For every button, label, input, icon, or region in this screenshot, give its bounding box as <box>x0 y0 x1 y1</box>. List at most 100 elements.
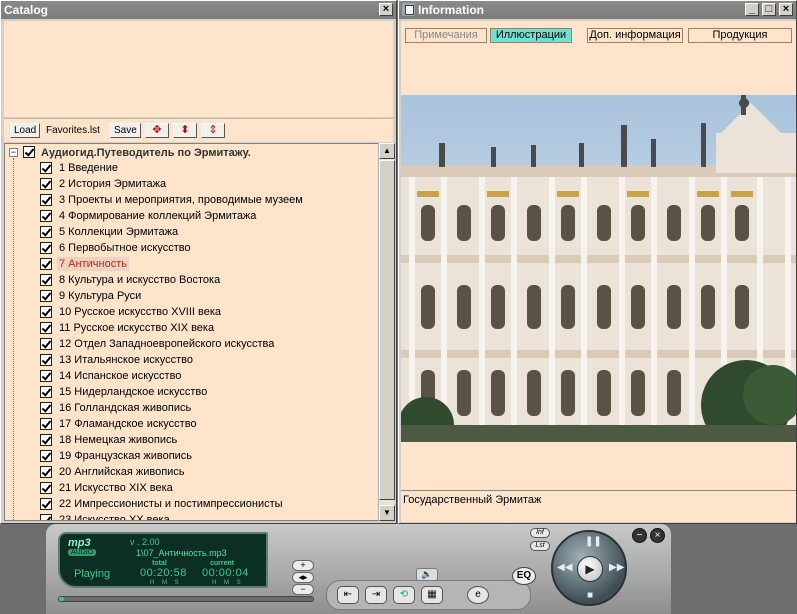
save-button[interactable]: Save <box>110 123 141 138</box>
transport-controls: ⇤ ⇥ ⟲ ▦ e <box>326 580 531 610</box>
tree-item-checkbox[interactable] <box>40 290 52 302</box>
tree-item-label: 2 История Эрмитажа <box>59 178 167 190</box>
current-time: 00:00:04 <box>202 567 249 579</box>
tree-connector-line <box>13 158 14 520</box>
tree-item-checkbox[interactable] <box>40 466 52 478</box>
tree-item-checkbox[interactable] <box>40 354 52 366</box>
move-up-down-icon[interactable]: ⬍ <box>173 123 197 138</box>
tree-item-label: 11 Русское искусство XIX века <box>59 322 215 334</box>
internet-explorer-icon[interactable]: e <box>467 586 489 604</box>
seek-slider[interactable] <box>58 596 314 602</box>
tab-products[interactable]: Продукция <box>688 28 792 43</box>
total-label: total <box>152 560 167 567</box>
player-close-icon[interactable]: × <box>650 528 665 543</box>
forward-icon[interactable]: ▶▶ <box>609 562 624 573</box>
information-tabs: Примечания Иллюстрации Доп. информация П… <box>401 21 796 95</box>
tree-item-checkbox[interactable] <box>40 482 52 494</box>
player-minimize-icon[interactable]: − <box>632 528 647 543</box>
tree-item-label: 5 Коллекции Эрмитажа <box>59 226 179 238</box>
tree-item-checkbox[interactable] <box>40 434 52 446</box>
equalizer-button[interactable]: EQ <box>512 567 536 585</box>
tree-item-checkbox[interactable] <box>40 370 52 382</box>
player-display: mp3 AUDIO v . 2.00 1\07_Античность.mp3 P… <box>58 532 268 588</box>
tree-item-label: 14 Испанское искусство <box>59 370 182 382</box>
playlist-icon[interactable]: ▦ <box>421 586 443 604</box>
tree-item-label: 23 Искусство XX века <box>59 514 170 521</box>
tree-item-label: 19 Французская живопись <box>59 450 193 462</box>
tab-illustrations[interactable]: Иллюстрации <box>490 28 572 43</box>
audio-badge: AUDIO <box>68 549 97 556</box>
stop-icon[interactable]: ■ <box>587 590 593 601</box>
volume-down-icon[interactable]: − <box>292 584 314 595</box>
tree-item-checkbox[interactable] <box>40 386 52 398</box>
tree-item-checkbox[interactable] <box>40 338 52 350</box>
rewind-icon[interactable]: ◀◀ <box>557 562 572 573</box>
total-hms-label: H M S <box>150 580 182 586</box>
tree-item-checkbox[interactable] <box>40 162 52 174</box>
catalog-toolbar: Load Favorites.lst Save ✥ ⬍ ⇕ <box>4 118 393 142</box>
catalog-titlebar[interactable]: Catalog × <box>1 1 396 19</box>
previous-icon[interactable]: ⇤ <box>337 586 359 604</box>
tree-item-checkbox[interactable] <box>40 194 52 206</box>
tab-additional-info[interactable]: Доп. информация <box>587 28 683 43</box>
tree-item-label: 9 Культура Руси <box>59 290 142 302</box>
scroll-up-button[interactable]: ▲ <box>379 143 395 159</box>
tree-item-checkbox[interactable] <box>40 322 52 334</box>
scroll-thumb[interactable] <box>379 160 395 500</box>
information-titlebar[interactable]: Information _ □ × <box>399 1 796 19</box>
tree-item-label: 15 Нидерландское искусство <box>59 386 208 398</box>
tree-item-label: 7 Античность <box>57 257 129 271</box>
tree-item-label: 8 Культура и искусство Востока <box>59 274 221 286</box>
root-checkbox[interactable] <box>23 146 35 158</box>
tree-item-checkbox[interactable] <box>40 210 52 222</box>
catalog-preview-area <box>4 21 393 117</box>
information-window: Information _ □ × Примечания Иллюстрации… <box>398 0 797 524</box>
information-close-button[interactable]: × <box>779 3 793 16</box>
catalog-close-button[interactable]: × <box>379 3 393 16</box>
collapse-icon[interactable]: ⇕ <box>201 123 225 138</box>
load-button[interactable]: Load <box>10 123 41 138</box>
playback-dial[interactable]: ❚❚ ◀◀ ▶▶ ■ ▶ <box>551 530 627 606</box>
balance-icon[interactable]: ◂▸ <box>292 572 314 583</box>
catalog-scrollbar[interactable]: ▲ ▼ <box>378 143 395 521</box>
maximize-button[interactable]: □ <box>762 3 776 16</box>
tree-item-label: 20 Английская живопись <box>59 466 185 478</box>
collapse-tree-icon[interactable]: − <box>9 148 18 157</box>
scroll-down-button[interactable]: ▼ <box>379 505 395 521</box>
catalog-window: Catalog × Load Favorites.lst Save ✥ ⬍ ⇕ … <box>0 0 397 524</box>
winter-palace-illustration <box>401 95 796 442</box>
tree-item-checkbox[interactable] <box>40 242 52 254</box>
pause-icon[interactable]: ❚❚ <box>585 536 602 547</box>
tab-notes[interactable]: Примечания <box>405 28 487 43</box>
seek-progress <box>59 597 65 601</box>
info-pill-icon[interactable]: Inf <box>530 528 550 538</box>
tree-item-label: 3 Проекты и мероприятия, проводимые музе… <box>59 194 303 206</box>
current-label: current <box>210 560 235 567</box>
repeat-icon[interactable]: ⟲ <box>393 586 415 604</box>
play-button[interactable]: ▶ <box>577 556 603 582</box>
hermitage-photo <box>401 95 796 442</box>
tree-item-label: 16 Голландская живопись <box>59 402 192 414</box>
favorites-list-label[interactable]: Favorites.lst <box>42 123 104 138</box>
mp3-player: mp3 AUDIO v . 2.00 1\07_Античность.mp3 P… <box>46 524 671 614</box>
tree-item-checkbox[interactable] <box>40 418 52 430</box>
tree-item-checkbox[interactable] <box>40 306 52 318</box>
tree-item-label: 4 Формирование коллекций Эрмитажа <box>59 210 257 222</box>
tree-item-checkbox[interactable] <box>40 258 52 270</box>
tree-item-label: 1 Введение <box>59 162 118 174</box>
current-hms-label: H M S <box>212 580 244 586</box>
tree-item-checkbox[interactable] <box>40 402 52 414</box>
tree-item-checkbox[interactable] <box>40 274 52 286</box>
list-pill-icon[interactable]: Lst <box>530 541 550 551</box>
minimize-button[interactable]: _ <box>745 3 759 16</box>
tree-item-checkbox[interactable] <box>40 498 52 510</box>
tree-item-checkbox[interactable] <box>40 514 52 520</box>
tree-item-checkbox[interactable] <box>40 226 52 238</box>
tree-item-label: 6 Первобытное искусство <box>59 242 191 254</box>
tree-item-checkbox[interactable] <box>40 178 52 190</box>
tree-item-checkbox[interactable] <box>40 450 52 462</box>
volume-up-icon[interactable]: + <box>292 560 314 571</box>
move-all-directions-icon[interactable]: ✥ <box>145 123 169 138</box>
information-text-area <box>401 442 796 490</box>
next-icon[interactable]: ⇥ <box>365 586 387 604</box>
